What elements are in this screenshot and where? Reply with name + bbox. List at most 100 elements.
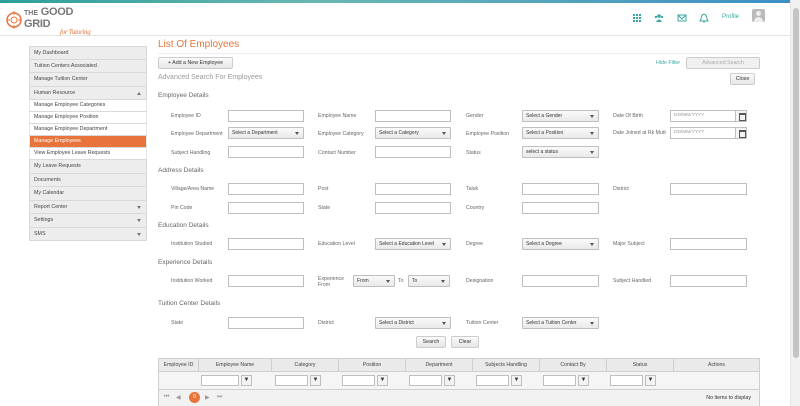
sidebar-item-view-leave-requests[interactable]: View Employee Leave Requests (29, 148, 147, 160)
employee-name-input[interactable] (375, 110, 451, 122)
filter-icon[interactable]: ▼ (241, 375, 252, 386)
district-input[interactable] (670, 183, 747, 195)
filter-subjects-input[interactable] (476, 375, 509, 386)
major-subject-input[interactable] (670, 238, 747, 250)
sidebar-item-manage-tuition-center[interactable]: Manage Tuition Center (29, 73, 147, 87)
filter-icon[interactable]: ▼ (645, 375, 656, 386)
column-employee-id[interactable]: Employee ID (159, 359, 199, 372)
filter-icon[interactable]: ▼ (511, 375, 522, 386)
subject-handling-input[interactable] (228, 146, 304, 158)
state-input[interactable] (375, 202, 451, 214)
filter-position-input[interactable] (342, 375, 375, 386)
subject-handling-label: Subject Handling (171, 150, 211, 156)
profile-link[interactable]: Profile (722, 14, 739, 20)
subject-handled-input[interactable] (670, 275, 747, 287)
filter-category-input[interactable] (275, 375, 308, 386)
department-select[interactable]: Select a Department (228, 127, 304, 139)
taluk-input[interactable] (522, 183, 599, 195)
column-contact-by[interactable]: Contact By (540, 359, 607, 372)
brand-logo[interactable]: THE GOOD GRID for Tutoring (24, 7, 91, 37)
column-category[interactable]: Category (272, 359, 339, 372)
current-page[interactable]: 0 (189, 392, 200, 403)
sidebar-item-human-resource[interactable]: Human Resource (29, 86, 147, 100)
filter-department-input[interactable] (409, 375, 442, 386)
position-select[interactable]: Select a Position (522, 127, 599, 139)
sidebar-item-manage-employee-categories[interactable]: Manage Employee Categories (29, 100, 147, 112)
calendar-icon[interactable] (735, 128, 746, 138)
designation-input[interactable] (522, 275, 599, 287)
village-input[interactable] (228, 183, 304, 195)
filter-status-input[interactable] (610, 375, 643, 386)
filter-icon[interactable]: ▼ (578, 375, 589, 386)
country-input[interactable] (522, 202, 599, 214)
sidebar-item-my-calendar[interactable]: My Calendar (29, 187, 147, 201)
taluk-label: Taluk (466, 186, 479, 192)
dob-field[interactable]: DD/MM/YYYY (670, 110, 747, 122)
column-employee-name[interactable]: Employee Name (199, 359, 272, 372)
next-page-icon[interactable]: ▶ (205, 394, 210, 401)
experience-to-select[interactable]: To (408, 275, 450, 287)
employee-id-input[interactable] (228, 110, 304, 122)
calendar-icon[interactable] (735, 111, 746, 121)
last-page-icon[interactable]: ⏭ (217, 394, 222, 401)
bell-icon[interactable] (699, 13, 709, 23)
sidebar-item-manage-employees[interactable]: Manage Employees (29, 136, 147, 148)
date-joined-field[interactable]: DD/MM/YYYY (670, 127, 747, 139)
advanced-search-title: Advanced Search For Employees (158, 74, 263, 81)
gender-select[interactable]: Select a Gender (522, 110, 599, 122)
status-select[interactable]: select a status (522, 146, 599, 158)
village-label: Village/Area Name (171, 186, 215, 192)
sidebar-item-report-center[interactable]: Report Center (29, 200, 147, 214)
filter-contact-input[interactable] (543, 375, 576, 386)
add-employee-button[interactable]: + Add a New Employee (158, 57, 233, 69)
major-subject-label: Major Subject (613, 241, 645, 247)
education-level-select[interactable]: Select a Education Level (375, 238, 451, 250)
sidebar-item-dashboard[interactable]: My Dashboard (29, 46, 147, 60)
sidebar-item-settings[interactable]: Settings (29, 214, 147, 228)
contact-number-input[interactable] (375, 146, 451, 158)
column-position[interactable]: Position (339, 359, 406, 372)
sidebar-item-sms[interactable]: SMS (29, 227, 147, 241)
advanced-search-button[interactable]: Advanced Search (686, 57, 760, 69)
experience-from-select[interactable]: From (353, 275, 395, 287)
column-subjects-handling[interactable]: Subjects Handling (473, 359, 540, 372)
gender-label: Gender (466, 113, 484, 119)
institution-studied-input[interactable] (228, 238, 304, 250)
date-joined-placeholder: DD/MM/YYYY (674, 130, 705, 135)
column-department[interactable]: Department (406, 359, 473, 372)
tc-district-select[interactable]: Select a District (375, 317, 451, 329)
clear-button[interactable]: Clear (451, 336, 479, 348)
institution-worked-input[interactable] (228, 275, 304, 287)
post-input[interactable] (375, 183, 451, 195)
category-select[interactable]: Select a Category (375, 127, 451, 139)
district-label: District (613, 186, 629, 192)
tc-state-input[interactable] (228, 317, 304, 329)
page-scrollbar[interactable] (790, 0, 800, 406)
mail-icon[interactable] (677, 13, 687, 23)
position-label: Employee Position (466, 131, 509, 137)
grid-icon[interactable] (632, 13, 642, 23)
prev-page-icon[interactable]: ◀ (176, 394, 181, 401)
sidebar-item-my-leave-requests[interactable]: My Leave Requests (29, 160, 147, 174)
tuition-center-select[interactable]: Select a Tuition Center (522, 317, 599, 329)
degree-select[interactable]: Select a Degree (522, 238, 599, 250)
close-button[interactable]: Close (730, 73, 755, 85)
sidebar-item-manage-employee-department[interactable]: Manage Employee Department (29, 124, 147, 136)
first-page-icon[interactable]: ⏮ (164, 394, 169, 401)
users-icon[interactable] (654, 13, 664, 23)
filter-icon[interactable]: ▼ (444, 375, 455, 386)
hide-filter-link[interactable]: Hide Filter (656, 60, 680, 66)
filter-icon[interactable]: ▼ (310, 375, 321, 386)
filter-icon[interactable]: ▼ (377, 375, 388, 386)
avatar[interactable] (752, 9, 765, 22)
sidebar-item-manage-employee-position[interactable]: Manage Employee Position (29, 112, 147, 124)
pincode-input[interactable] (228, 202, 304, 214)
scrollbar-thumb[interactable] (793, 8, 799, 358)
column-status[interactable]: Status (607, 359, 674, 372)
filter-name-input[interactable] (201, 375, 239, 386)
search-button[interactable]: Search (416, 336, 446, 348)
sidebar-item-label: SMS (34, 230, 46, 237)
section-tuition-center-details: Tuition Center Details (158, 300, 221, 307)
sidebar-item-documents[interactable]: Documents (29, 173, 147, 187)
sidebar-item-tuition-centers-associated[interactable]: Tuition Centers Associated (29, 59, 147, 73)
